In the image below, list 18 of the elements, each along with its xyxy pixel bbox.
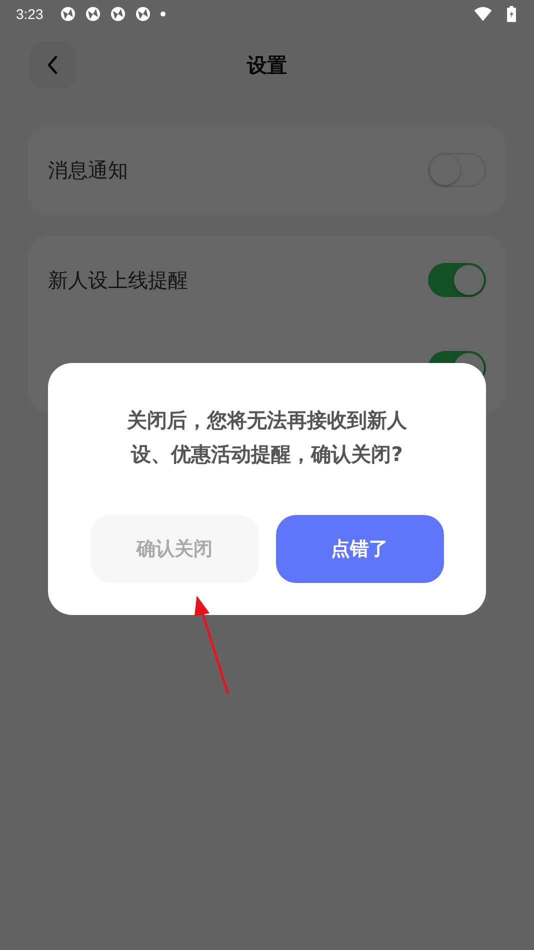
setting-label: 消息通知 [48, 156, 128, 184]
notification-icon [110, 6, 126, 22]
back-button[interactable] [30, 42, 76, 88]
toggle-switch[interactable] [428, 153, 486, 187]
dialog-message: 关闭后，您将无法再接收到新人设、优惠活动提醒，确认关闭? [126, 407, 408, 468]
wifi-icon [474, 7, 492, 21]
cancel-button[interactable]: 点错了 [276, 515, 444, 583]
page-title: 设置 [247, 52, 287, 78]
notification-icon [135, 6, 152, 22]
toggle-switch[interactable] [428, 263, 486, 297]
confirm-close-button[interactable]: 确认关闭 [90, 515, 258, 583]
notification-icon [60, 6, 76, 22]
setting-label: 新人设上线提醒 [48, 266, 188, 294]
status-time: 3:23 [16, 6, 44, 22]
notification-icon [85, 6, 102, 22]
back-icon [47, 55, 59, 75]
battery-icon [507, 6, 516, 22]
more-notifications-icon [160, 11, 166, 17]
